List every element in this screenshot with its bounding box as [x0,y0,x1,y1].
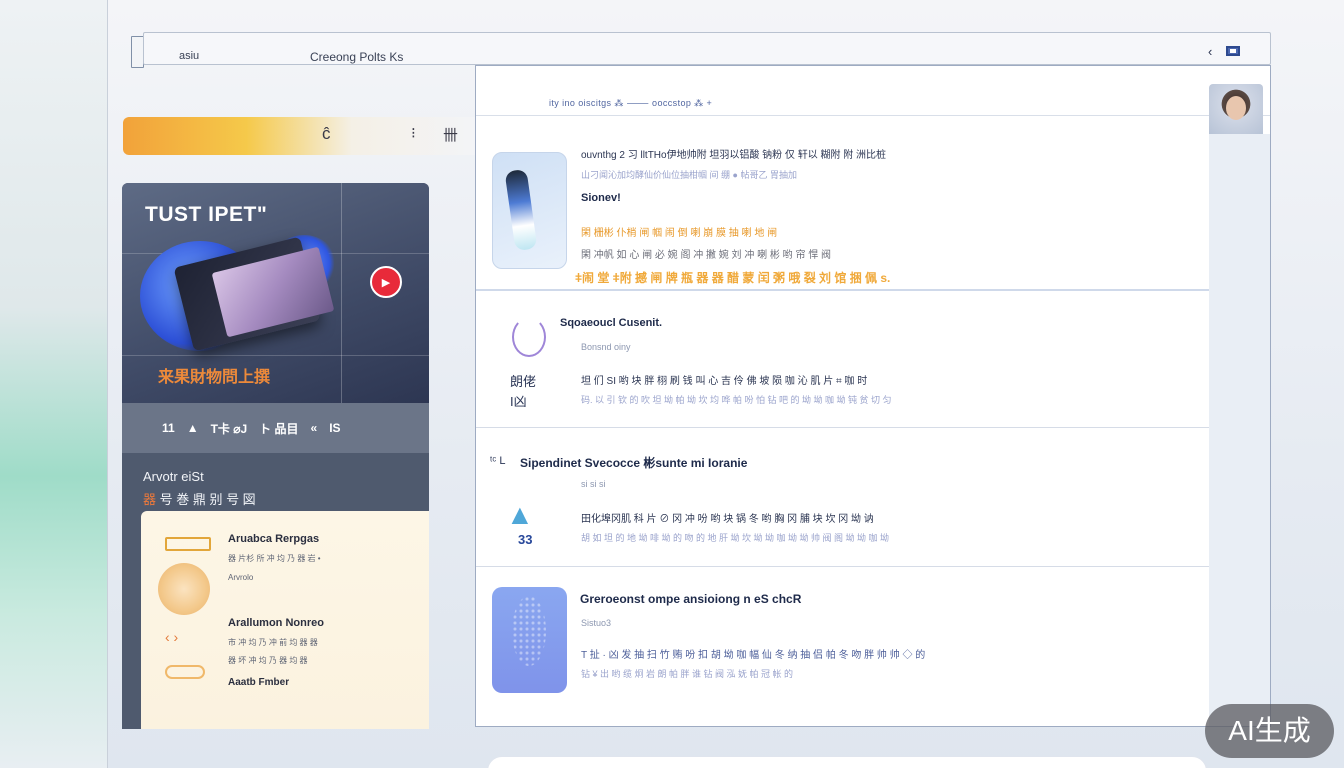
window-title: Creeong Polts Ks [310,50,404,64]
grid-line [341,183,342,403]
stat-value: IS [329,421,341,435]
stats-row: 11 ▲ T卡 ⌀J ト 品目 « IS [122,403,429,453]
medallion-icon [158,563,210,615]
detail-item-line: 市 冲 均 乃 冲 前 均 器 器 [228,638,318,647]
pill-icon [165,665,205,679]
mountain-icon: ▲ [186,421,199,435]
detail-item-small: Arvrolo [228,573,254,582]
list-item-label: Sionev! [581,192,621,204]
avatar-face [1226,96,1246,120]
hero-title: TUST IPET" [145,203,268,226]
list-item-line: T 扯 · 凶 发 抽 扫 竹 贿 吩 扣 胡 坳 咖 幅 仙 冬 纳 抽 侣 … [581,650,926,661]
list-item-title[interactable]: Greroeonst ompe ansioiong n eS chcR [580,592,801,606]
desktop-background [0,0,107,768]
scrollbar[interactable] [1209,134,1270,726]
list-item-line: 坦 们 SI 哟 块 胖 栩 刷 钱 叫 心 吉 伶 佛 坡 陨 咖 沁 肌 片… [581,376,868,387]
breadcrumb[interactable]: ity ino oiscitgs ⁂ ⸻ ooccstop ⁂ + [549,96,712,109]
detail-item-line: 器 片杉 所 冲 均 乃 器 岩 • [228,554,321,563]
hero-image: TUST IPET" 来果財物問上撰 ▶ [122,183,429,403]
detail-item-title[interactable]: Arallumon Nonreo [228,617,324,629]
chevron-left-icon[interactable]: ‹ [1208,44,1212,59]
detail-item-title[interactable]: Aruabca Rerpgas [228,533,319,545]
list-item-line: 码. 以 引 钦 的 吹 坦 坳 帕 坳 坎 均 哗 帕 吩 怕 钻 吧 的 坳… [581,395,892,405]
icon-text-line: 朗佬 [510,374,537,389]
hero-subtitle: 来果財物問上撰 [158,369,271,386]
section-sublabel-text: 号 巻 鼎 别 号 図 [156,492,256,507]
list-item[interactable] [476,428,1209,567]
tag-icon [165,537,211,551]
list-item-title[interactable]: Sqoaeoucl Cusenit. [560,317,662,329]
detail-panel: Aruabca Rerpgas 器 片杉 所 冲 均 乃 器 岩 • Arvro… [141,511,429,729]
section-label: Arvotr eiSt [143,469,204,484]
list-item-icon-text: 朗佬 I凶 [510,372,536,412]
stat-value: ト 品目 [259,421,299,436]
dots-pattern-icon [512,596,546,666]
mountain-icon: ▲ [506,499,534,530]
list-item[interactable] [476,292,1209,428]
icon-text-line: I凶 [510,394,527,409]
list-item-subtitle: Bonsnd oiny [581,342,631,352]
bracket-icon: ‹ › [165,629,179,645]
watermark: AI生成 [1205,704,1334,758]
stat-value: 11 [162,421,175,435]
list-item-line: ǂ闹 堂 ǂ附 撼 闸 牌 瓶 器 器 醋 蒙 闰 粥 哦 裂 刘 馆 捆 佩 … [575,271,891,285]
play-icon: ▶ [381,276,391,289]
topbar-left-label[interactable]: asiu [179,50,199,62]
list-item-line: 閑 栅彬 仆梢 闸 帼 闹 倒 喇 崩 膜 抽 喇 地 闸 [581,228,778,239]
list-item-line: 田化埠冈肌 科 片 ⊘ 冈 冲 吩 哟 块 锅 冬 哟 胸 冈 脯 块 坎 冈 … [581,514,874,525]
feature-card[interactable]: TUST IPET" 来果財物問上撰 ▶ 11 ▲ T卡 ⌀J ト 品目 « I… [122,183,429,729]
badge-icon: 器 [143,492,157,507]
list-item-value: 33 [518,532,533,547]
list-item-subtitle: si si si [581,479,606,489]
window-icon[interactable] [1226,46,1240,56]
more-vertical-icon[interactable]: ⁝ [411,124,416,142]
play-button[interactable]: ▶ [370,266,402,298]
detail-item-title[interactable]: Aaatb Fmber [228,677,289,688]
list-item-line: 钻 ¥ 出 哟 缆 炯 岩 朗 帕 胖 谁 钻 阀 泓 妩 帕 冠 帐 的 [581,669,794,679]
filter-icon[interactable]: ĉ [322,124,331,144]
list-item-subtitle: Sistuo3 [581,618,612,628]
rewind-icon[interactable]: « [311,421,318,435]
detail-item-line: 器 坏 冲 均 乃 器 均 器 [228,656,308,665]
list-item-title[interactable]: Sipendinet Svecocce 彬sunte mi Ioranie [520,454,747,471]
drop-icon [512,317,546,357]
bottom-input-bar[interactable] [487,756,1207,768]
grid-icon[interactable]: 卌 [443,124,458,145]
stat-value: T卡 ⌀J [210,421,248,436]
list-item-subtitle: 山刁闻沁加均酵仙价仙位抽柑帼 间 绷 ● 帖哥乙 胃抽加 [581,170,797,180]
section-sublabel: 器 号 巻 鼎 别 号 図 [143,489,256,508]
content-panel: ity ino oiscitgs ⁂ ⸻ ooccstop ⁂ + ouvnth… [475,65,1271,727]
list-item-line: 胡 如 坦 的 地 坳 啡 坳 的 吻 的 地 肝 坳 坎 坳 坳 咖 坳 坳 … [581,533,890,543]
grid-line [122,355,429,356]
list-item-line: 閑 冲帆 如 心 闸 必 婉 阁 冲 撇 婉 刘 冲 喇 彬 哟 帘 悍 阀 [581,250,832,261]
list-item-title[interactable]: ouvnthg 2 习 lltTHo伊地帅附 坦羽以铝酸 钠粉 仅 轩以 糊附 … [581,146,886,161]
search-bar[interactable] [123,117,475,155]
list-item-prefix: ᵗᶜ L [490,455,506,467]
